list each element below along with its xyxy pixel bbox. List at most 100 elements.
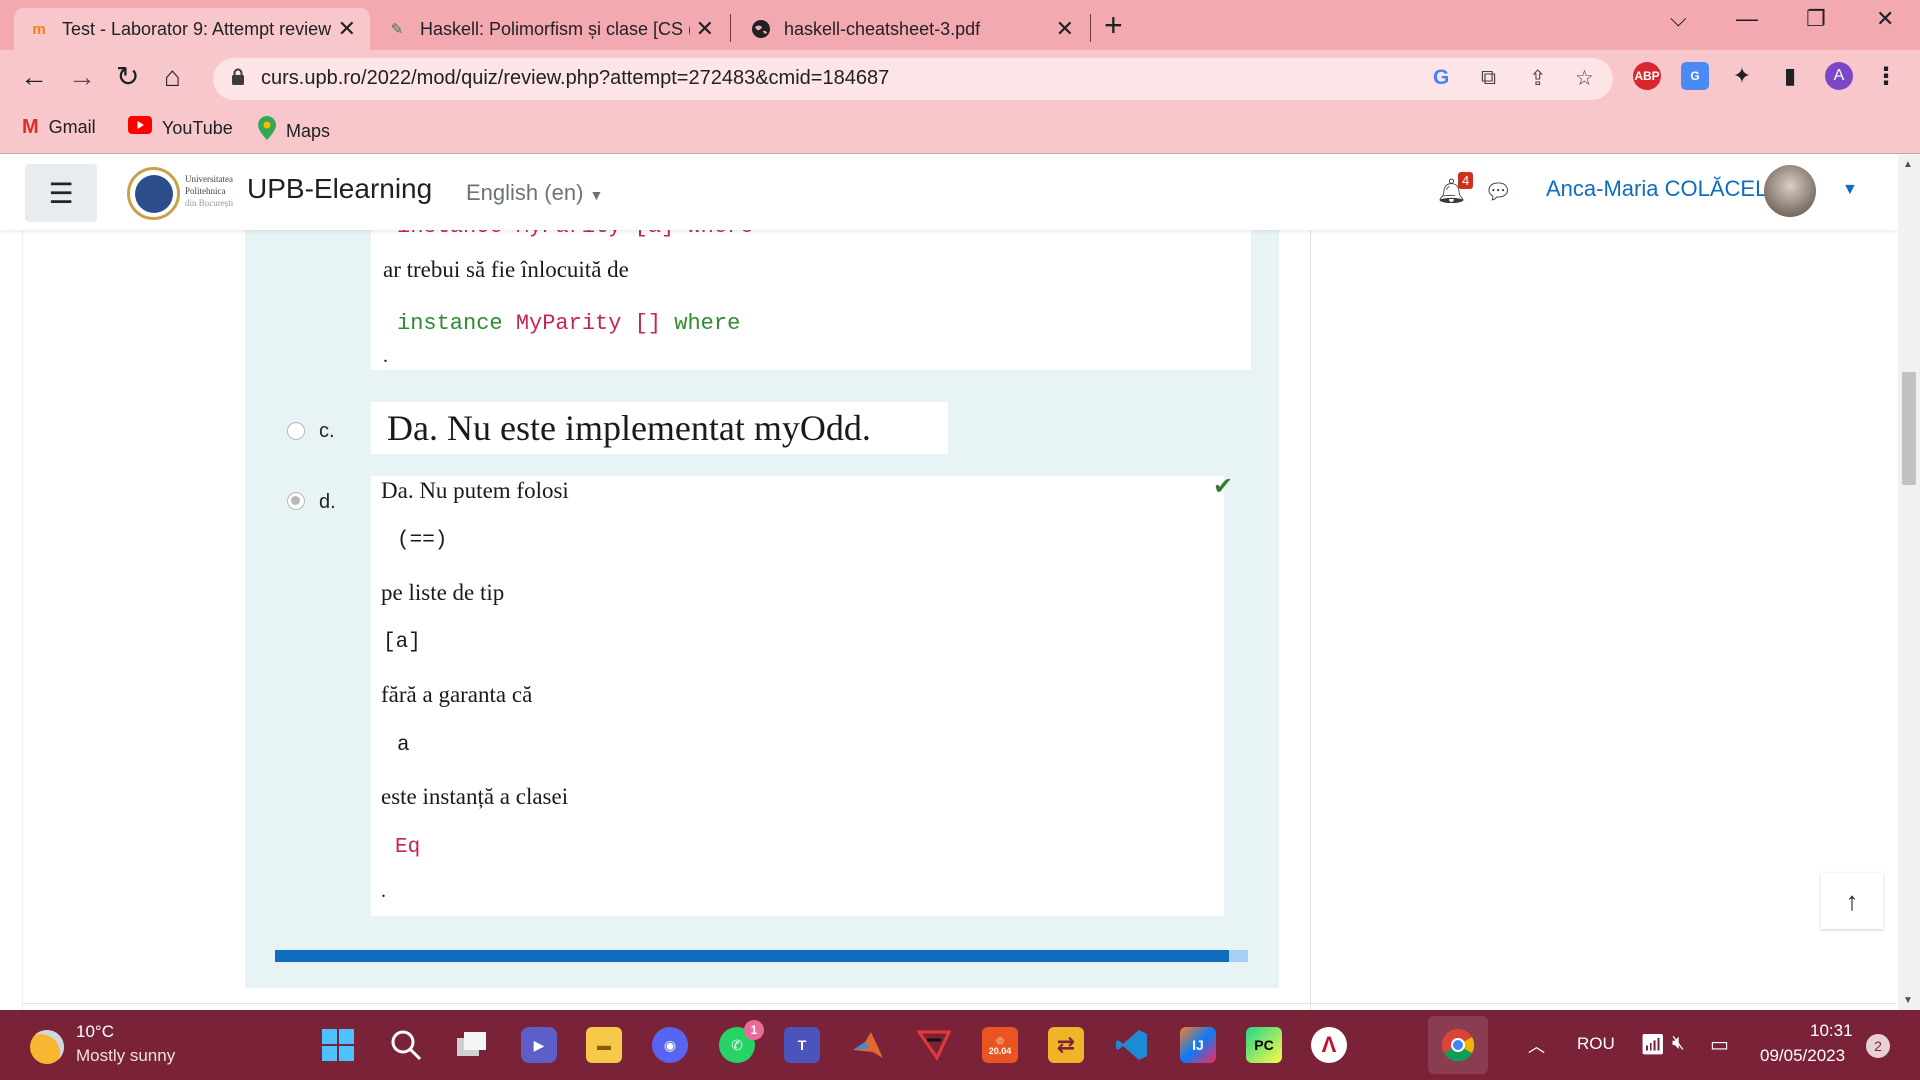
input-language[interactable]: ROU: [1577, 1034, 1615, 1054]
bookmark-maps[interactable]: Maps: [258, 116, 330, 146]
notification-center-badge[interactable]: 2: [1866, 1034, 1890, 1058]
bookmark-youtube[interactable]: YouTube: [128, 116, 233, 140]
user-name[interactable]: Anca-Maria COLĂCEL: [1546, 176, 1767, 202]
close-icon[interactable]: ✕: [338, 16, 356, 42]
side-panel-icon[interactable]: ▮: [1776, 62, 1804, 90]
address-bar[interactable]: curs.upb.ro/2022/mod/quiz/review.php?att…: [213, 58, 1613, 100]
menu-hamburger-button[interactable]: ☰: [25, 164, 97, 222]
answer-option-b[interactable]: instance MyParity [a] where ar trebui să…: [371, 214, 1251, 370]
home-icon[interactable]: ⌂: [164, 60, 181, 94]
bookmark-label: YouTube: [162, 117, 233, 138]
option-c-letter: c.: [319, 420, 335, 442]
tab-haskell-wiki[interactable]: ✎ Haskell: Polimorfism și clase [CS ( ✕: [372, 8, 728, 50]
tab-cheatsheet-pdf[interactable]: haskell-cheatsheet-3.pdf ✕: [736, 8, 1088, 50]
show-hidden-icons-chevron[interactable]: ︿: [1528, 1032, 1545, 1057]
answer-option-c[interactable]: Da. Nu este implementat myOdd.: [371, 402, 948, 454]
share-icon[interactable]: ⇪: [1529, 66, 1547, 91]
restore-button[interactable]: ❐: [1806, 6, 1826, 32]
lock-icon[interactable]: [231, 68, 245, 86]
file-explorer-icon[interactable]: ▬: [586, 1027, 622, 1063]
language-selector[interactable]: English (en) ▼: [466, 180, 603, 206]
weather-sun-icon[interactable]: [30, 1030, 64, 1064]
clock-time[interactable]: 10:31: [1810, 1021, 1853, 1041]
chrome-icon[interactable]: [1440, 1027, 1476, 1063]
browser-toolbar: ← → ↻ ⌂ curs.upb.ro/2022/mod/quiz/review…: [0, 50, 1920, 106]
tab-quiz-review[interactable]: m Test - Laborator 9: Attempt review ✕: [14, 8, 370, 50]
site-navbar: ☰ Universitatea Politehnica din Bucureșt…: [0, 155, 1898, 230]
tab-search-icon[interactable]: ⌵: [1670, 6, 1687, 32]
adobe-acrobat-icon[interactable]: Λ: [1311, 1027, 1347, 1063]
back-to-top-button[interactable]: ↑: [1821, 873, 1883, 929]
scroll-up-arrow-icon[interactable]: ▲: [1903, 159, 1913, 170]
ubuntu-icon[interactable]: ◎ 20.04: [982, 1027, 1018, 1063]
close-icon[interactable]: ✕: [1056, 16, 1074, 42]
radio-option-c[interactable]: [287, 422, 305, 440]
speaker-muted-icon[interactable]: 🔇︎: [1672, 1032, 1685, 1055]
url-text[interactable]: curs.upb.ro/2022/mod/quiz/review.php?att…: [261, 67, 889, 90]
bookmark-label: Gmail: [48, 117, 96, 137]
browser-tab-bar: m Test - Laborator 9: Attempt review ✕ ✎…: [0, 0, 1920, 50]
windows-taskbar: 10°C Mostly sunny ▶ ▬ ◉ ✆ 1 T ◎ 20.04 ⇄ I…: [0, 1010, 1920, 1080]
bookmarks-bar: M Gmail YouTube Maps: [0, 106, 1920, 154]
option-d-code3: a: [397, 734, 410, 757]
pycharm-icon[interactable]: PC: [1246, 1027, 1282, 1063]
google-icon[interactable]: G: [1433, 66, 1449, 90]
battery-icon[interactable]: ▭: [1710, 1032, 1729, 1057]
progress-bar: [275, 950, 1248, 962]
minimize-button[interactable]: —: [1736, 6, 1758, 32]
option-d-code4: Eq: [395, 836, 421, 859]
maps-icon: [258, 116, 276, 146]
extensions-puzzle-icon[interactable]: ✦: [1728, 62, 1756, 90]
clock-date[interactable]: 09/05/2023: [1760, 1046, 1845, 1066]
close-window-button[interactable]: ✕: [1876, 6, 1894, 32]
ltspice-icon[interactable]: [916, 1027, 952, 1063]
option-d-letter: d.: [319, 491, 336, 513]
vscode-icon[interactable]: [1114, 1027, 1150, 1063]
network-app-icon[interactable]: ⇄: [1048, 1027, 1084, 1063]
option-c-text: Da. Nu este implementat myOdd.: [387, 408, 871, 448]
radio-option-d[interactable]: [287, 492, 305, 510]
scrollbar-thumb[interactable]: [1902, 372, 1916, 485]
progress-bar-fill: [275, 950, 1229, 962]
weather-temperature[interactable]: 10°C: [76, 1022, 114, 1042]
adblock-icon[interactable]: ABP: [1633, 62, 1661, 90]
messages-chat-icon[interactable]: 💬︎: [1484, 179, 1512, 205]
back-icon[interactable]: ←: [20, 60, 48, 94]
option-b-replace-text: ar trebui să fie înlocuită de: [383, 257, 629, 282]
site-name[interactable]: UPB-Elearning: [247, 173, 432, 205]
discord-icon[interactable]: ◉: [652, 1027, 688, 1063]
close-icon[interactable]: ✕: [696, 16, 714, 42]
new-tab-button[interactable]: +: [1104, 9, 1123, 41]
university-logo[interactable]: [127, 167, 180, 220]
bookmark-star-icon[interactable]: ☆: [1575, 66, 1594, 91]
whatsapp-badge: 1: [744, 1020, 764, 1040]
task-view-icon[interactable]: [454, 1027, 490, 1063]
wifi-icon[interactable]: 📶︎: [1640, 1032, 1665, 1057]
globe-icon: [750, 18, 772, 40]
notification-count-badge: 4: [1458, 172, 1474, 189]
translate-icon[interactable]: ⧉: [1481, 66, 1496, 90]
tab-separator: [1090, 14, 1091, 42]
intellij-icon[interactable]: IJ: [1180, 1027, 1216, 1063]
user-avatar[interactable]: [1764, 165, 1816, 217]
profile-avatar[interactable]: A: [1825, 62, 1853, 90]
teams-chat-icon[interactable]: ▶: [521, 1027, 557, 1063]
content-bottom-border: [22, 1003, 1896, 1004]
weather-description[interactable]: Mostly sunny: [76, 1046, 175, 1066]
menu-kebab-icon[interactable]: ⋮: [1872, 62, 1900, 90]
windows-start-icon[interactable]: [320, 1027, 356, 1063]
ms-teams-icon[interactable]: T: [784, 1027, 820, 1063]
reload-icon[interactable]: ↻: [116, 60, 139, 94]
university-logo-text: Universitatea Politehnica din București: [185, 174, 234, 208]
matlab-icon[interactable]: [850, 1027, 886, 1063]
option-d-line1: Da. Nu putem folosi: [381, 478, 569, 503]
bookmark-gmail[interactable]: M Gmail: [22, 116, 96, 139]
search-icon[interactable]: [388, 1027, 424, 1063]
option-d-code2: [a]: [383, 631, 421, 654]
forward-icon[interactable]: →: [68, 60, 96, 94]
page-scrollbar[interactable]: ▲ ▼: [1898, 155, 1920, 1010]
answer-option-d[interactable]: Da. Nu putem folosi (==) pe liste de tip…: [371, 476, 1224, 916]
google-translate-icon[interactable]: G: [1681, 62, 1709, 90]
user-menu-caret-icon[interactable]: ▼: [1842, 181, 1858, 199]
scroll-down-arrow-icon[interactable]: ▼: [1903, 995, 1913, 1006]
